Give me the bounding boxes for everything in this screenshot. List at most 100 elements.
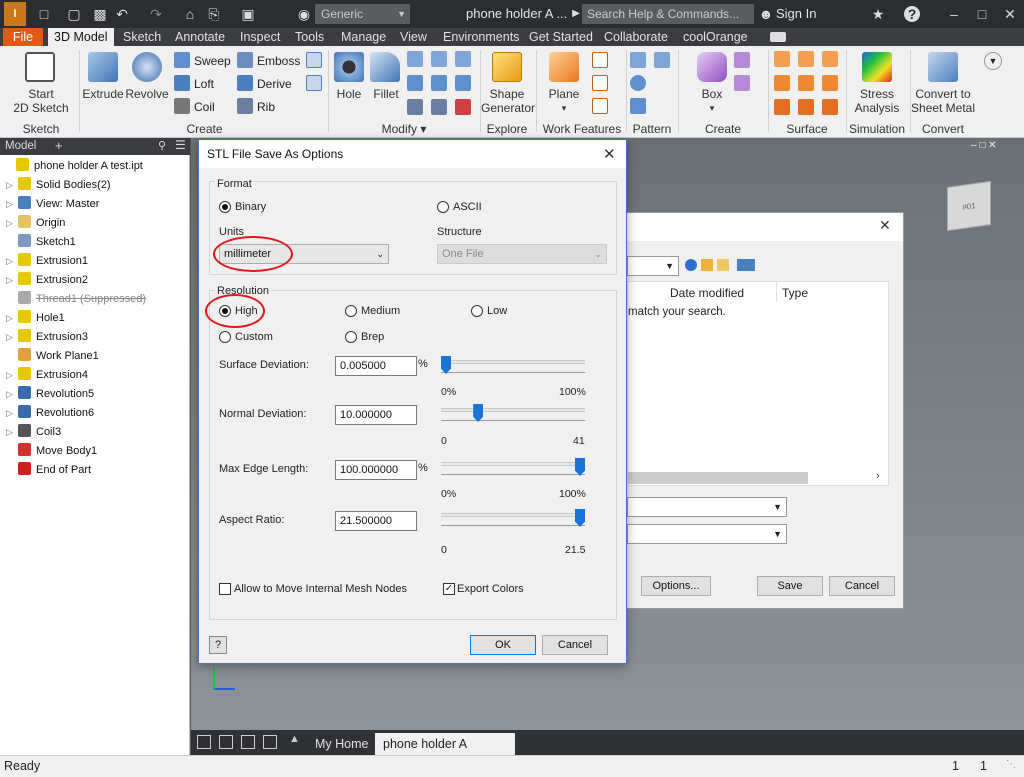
split-icon[interactable]: [431, 75, 447, 91]
arrange-vertical-icon[interactable]: [263, 735, 277, 749]
browser-root[interactable]: phone holder A test.ipt: [4, 157, 143, 176]
expand-arrow-icon[interactable]: ▷: [6, 252, 18, 271]
browser-item[interactable]: Move Body1: [6, 442, 97, 461]
back-icon[interactable]: [685, 259, 697, 271]
open-folder-icon[interactable]: ▢: [66, 6, 82, 22]
allow-move-checkbox[interactable]: [219, 583, 231, 595]
circular-pattern-icon[interactable]: [630, 75, 646, 91]
tab-menu-icon[interactable]: ▲: [289, 733, 300, 745]
tab-inspect[interactable]: Inspect: [234, 28, 286, 46]
plane-icon[interactable]: [549, 52, 579, 82]
draft-icon[interactable]: [455, 51, 471, 67]
binary-label[interactable]: Binary: [235, 201, 266, 213]
hole-button[interactable]: Hole: [331, 87, 367, 101]
replace-face-icon[interactable]: [798, 99, 814, 115]
redo-icon[interactable]: ↷: [148, 6, 164, 22]
save-as-type-dropdown[interactable]: ▼: [627, 524, 787, 544]
ok-button[interactable]: OK: [470, 635, 536, 655]
boundary-patch-icon[interactable]: [774, 99, 790, 115]
tab-tools[interactable]: Tools: [289, 28, 330, 46]
browser-item[interactable]: ▷ Revolution6: [6, 404, 94, 423]
expand-arrow-icon[interactable]: ▷: [6, 423, 18, 442]
ruled-surface-icon[interactable]: [822, 75, 838, 91]
freeform-face-icon[interactable]: [734, 52, 750, 68]
help-icon[interactable]: ?: [904, 6, 920, 22]
freeform-convert-icon[interactable]: [734, 75, 750, 91]
medium-label[interactable]: Medium: [361, 305, 400, 317]
export-colors-label[interactable]: Export Colors: [457, 583, 524, 595]
freeform-box-icon[interactable]: [697, 52, 727, 82]
panel-title-modify[interactable]: Modify ▾: [330, 122, 478, 136]
appearance-dropdown[interactable]: Generic ▼: [315, 4, 410, 24]
brep-label[interactable]: Brep: [361, 331, 384, 343]
cascade-windows-icon[interactable]: [197, 735, 211, 749]
column-type[interactable]: Type: [782, 286, 808, 300]
allow-move-label[interactable]: Allow to Move Internal Mesh Nodes: [234, 583, 407, 595]
expand-arrow-icon[interactable]: ▷: [6, 176, 18, 195]
medium-radio[interactable]: [345, 305, 357, 317]
mirror-icon[interactable]: [654, 52, 670, 68]
tab-active-document[interactable]: phone holder A t...ipt✕: [375, 733, 515, 773]
expand-arrow-icon[interactable]: ▷: [6, 404, 18, 423]
folder-path-dropdown[interactable]: ▼: [627, 256, 679, 276]
patch-icon[interactable]: [798, 51, 814, 67]
tab-environments[interactable]: Environments: [437, 28, 525, 46]
thread-icon[interactable]: [407, 75, 423, 91]
save-icon[interactable]: ▩: [92, 6, 108, 22]
export-colors-checkbox[interactable]: ✓: [443, 583, 455, 595]
extrude-icon[interactable]: [88, 52, 118, 82]
expand-arrow-icon[interactable]: ▷: [6, 328, 18, 347]
add-browser-tab-icon[interactable]: +: [55, 138, 63, 153]
search-icon[interactable]: ⚲: [158, 139, 166, 152]
brep-radio[interactable]: [345, 331, 357, 343]
delete-face-icon[interactable]: [455, 99, 471, 115]
custom-label[interactable]: Custom: [235, 331, 273, 343]
extrude-button[interactable]: Extrude: [82, 87, 124, 101]
expand-arrow-icon[interactable]: ▷: [6, 271, 18, 290]
ucs-icon[interactable]: [592, 98, 608, 114]
cancel-button[interactable]: Cancel: [829, 576, 895, 596]
column-date-modified[interactable]: Date modified: [670, 286, 744, 300]
undo-icon[interactable]: ↶: [114, 6, 130, 22]
sign-in-link[interactable]: Sign In: [776, 6, 816, 21]
close-icon[interactable]: ✕: [879, 217, 891, 234]
inventor-logo-icon[interactable]: I: [4, 2, 26, 26]
normal-deviation-input[interactable]: 10.000000: [335, 405, 417, 425]
custom-radio[interactable]: [219, 331, 231, 343]
low-label[interactable]: Low: [487, 305, 507, 317]
sheet-metal-icon[interactable]: [928, 52, 958, 82]
browser-item[interactable]: ▷ View: Master: [6, 195, 99, 214]
cart-icon[interactable]: ★: [870, 6, 886, 22]
up-folder-icon[interactable]: [701, 259, 713, 271]
browser-item[interactable]: ▷ Origin: [6, 214, 65, 233]
view-cube[interactable]: #01: [947, 180, 991, 232]
appearance-icon[interactable]: ◉: [296, 6, 312, 22]
resize-grip-icon[interactable]: ⋱: [1006, 759, 1016, 770]
options-button[interactable]: Options...: [641, 576, 711, 596]
max-edge-length-slider[interactable]: [439, 458, 587, 480]
rib-button[interactable]: Rib: [237, 98, 275, 116]
expand-arrow-icon[interactable]: ▷: [6, 309, 18, 328]
cancel-button[interactable]: Cancel: [542, 635, 608, 655]
low-radio[interactable]: [471, 305, 483, 317]
plane-button[interactable]: Plane ▾: [540, 87, 588, 115]
view-menu-icon[interactable]: [737, 259, 755, 271]
select-icon[interactable]: ▣: [240, 6, 256, 22]
save-button[interactable]: Save: [757, 576, 823, 596]
scroll-right-icon[interactable]: ›: [876, 470, 880, 482]
minimize-icon[interactable]: –: [944, 4, 964, 24]
fillet-icon[interactable]: [370, 52, 400, 82]
browser-item[interactable]: Thread1 (Suppressed): [6, 290, 146, 309]
stress-analysis-button[interactable]: Stress Analysis: [848, 87, 906, 115]
combine-icon[interactable]: [455, 75, 471, 91]
shell-icon[interactable]: [431, 51, 447, 67]
trim-icon[interactable]: [822, 51, 838, 67]
direct-edit-icon[interactable]: [407, 99, 423, 115]
derive-button[interactable]: Derive: [237, 75, 292, 93]
point-icon[interactable]: [592, 75, 608, 91]
start-sketch-button[interactable]: Start 2D Sketch: [5, 87, 77, 115]
expand-arrow-icon[interactable]: ▷: [6, 214, 18, 233]
freeform-box-button[interactable]: Box ▾: [680, 87, 744, 115]
start-sketch-icon[interactable]: [25, 52, 55, 82]
browser-item[interactable]: ▷ Extrusion4: [6, 366, 88, 385]
